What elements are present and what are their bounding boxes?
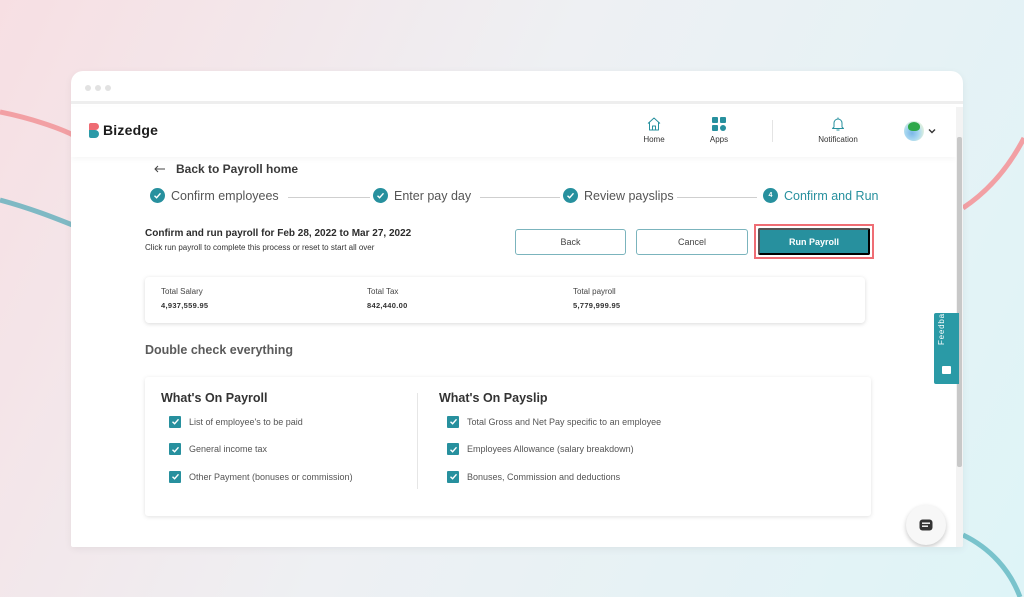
run-payroll-button[interactable]: Run Payroll bbox=[758, 228, 870, 255]
feedback-label: Feedback bbox=[937, 303, 946, 345]
total-tax: Total Tax 842,440.00 bbox=[367, 287, 408, 310]
checklist-item-label: Employees Allowance (salary breakdown) bbox=[467, 444, 634, 455]
feedback-tab[interactable]: Feedback bbox=[934, 303, 959, 384]
app-header: Bizedge Home Apps Notification bbox=[71, 107, 956, 157]
checkbox-checked-icon[interactable] bbox=[169, 470, 181, 483]
total-payroll: Total payroll 5,779,999.95 bbox=[573, 287, 620, 310]
step-connector bbox=[677, 197, 757, 198]
step-label: Enter pay day bbox=[394, 188, 472, 203]
browser-window: Bizedge Home Apps Notification Back to P… bbox=[71, 71, 963, 547]
step-label: Review payslips bbox=[584, 188, 674, 203]
totals-summary-card: Total Salary 4,937,559.95 Total Tax 842,… bbox=[145, 277, 865, 323]
home-icon bbox=[647, 117, 661, 131]
check-circle-icon bbox=[373, 188, 388, 203]
checklist-item-label: List of employee's to be paid bbox=[189, 416, 303, 427]
chat-icon bbox=[919, 519, 933, 531]
checkbox-checked-icon[interactable] bbox=[447, 443, 459, 456]
checklist-item-label: Other Payment (bonuses or commission) bbox=[189, 471, 353, 482]
step-enter-pay-day[interactable]: Enter pay day bbox=[373, 188, 471, 203]
checklist-item[interactable]: Bonuses, Commission and deductions bbox=[447, 463, 661, 491]
chat-button[interactable] bbox=[906, 505, 946, 545]
nav-notification[interactable]: Notification bbox=[808, 116, 868, 144]
checkbox-checked-icon[interactable] bbox=[169, 443, 181, 456]
payroll-checklist-title: What's On Payroll bbox=[161, 391, 268, 405]
step-connector bbox=[480, 197, 560, 198]
total-label: Total Salary bbox=[161, 287, 203, 296]
chevron-down-icon[interactable] bbox=[927, 126, 937, 136]
payroll-checklist: What's On Payroll List of employee's to … bbox=[161, 391, 353, 491]
total-value: 4,937,559.95 bbox=[161, 301, 209, 310]
column-divider bbox=[417, 393, 418, 489]
double-check-heading: Double check everything bbox=[145, 343, 293, 357]
payslip-checklist-title: What's On Payslip bbox=[439, 391, 548, 405]
checkbox-checked-icon[interactable] bbox=[169, 415, 181, 428]
total-value: 842,440.00 bbox=[367, 301, 408, 310]
feedback-face-icon bbox=[942, 366, 951, 374]
nav-home-label: Home bbox=[643, 135, 665, 144]
checklist-item[interactable]: Employees Allowance (salary breakdown) bbox=[447, 436, 661, 464]
logo-text: Bizedge bbox=[103, 122, 159, 138]
nav-divider bbox=[772, 120, 773, 142]
apps-grid-icon bbox=[712, 117, 726, 131]
total-label: Total Tax bbox=[367, 287, 399, 296]
back-button[interactable]: Back bbox=[515, 229, 626, 255]
bell-icon bbox=[832, 117, 844, 131]
step-label: Confirm employees bbox=[171, 188, 279, 203]
main-content: Back to Payroll home Confirm employees E bbox=[71, 157, 956, 547]
checkbox-checked-icon[interactable] bbox=[447, 415, 459, 428]
window-titlebar bbox=[71, 71, 963, 104]
checklist-item-label: Bonuses, Commission and deductions bbox=[467, 471, 621, 482]
app-viewport: Bizedge Home Apps Notification Back to P… bbox=[71, 107, 963, 547]
logo-mark-icon bbox=[89, 122, 101, 138]
total-label: Total payroll bbox=[573, 287, 616, 296]
arrow-left-icon bbox=[154, 165, 165, 173]
cancel-button[interactable]: Cancel bbox=[636, 229, 748, 255]
confirm-subtitle: Click run payroll to complete this proce… bbox=[145, 243, 375, 252]
back-to-payroll-link[interactable]: Back to Payroll home bbox=[154, 162, 298, 176]
checklist-item-label: Total Gross and Net Pay specific to an e… bbox=[467, 416, 662, 427]
nav-apps[interactable]: Apps bbox=[689, 116, 749, 144]
window-dot[interactable] bbox=[95, 85, 101, 91]
back-link-text: Back to Payroll home bbox=[176, 162, 299, 176]
checklist-item-label: General income tax bbox=[189, 444, 268, 455]
confirm-title: Confirm and run payroll for Feb 28, 2022… bbox=[145, 228, 412, 239]
step-review-payslips[interactable]: Review payslips bbox=[563, 188, 674, 203]
scrollbar-thumb[interactable] bbox=[957, 137, 962, 467]
nav-apps-label: Apps bbox=[709, 135, 729, 144]
avatar[interactable] bbox=[904, 121, 924, 141]
nav-home[interactable]: Home bbox=[624, 116, 684, 144]
checkbox-checked-icon[interactable] bbox=[447, 470, 459, 483]
total-salary: Total Salary 4,937,559.95 bbox=[161, 287, 208, 310]
checklist-card: What's On Payroll List of employee's to … bbox=[145, 377, 871, 516]
progress-stepper: Confirm employees Enter pay day Review p… bbox=[150, 188, 882, 206]
window-dot[interactable] bbox=[85, 85, 91, 91]
checklist-item[interactable]: Other Payment (bonuses or commission) bbox=[169, 463, 353, 491]
payslip-checklist: What's On Payslip Total Gross and Net Pa… bbox=[439, 391, 661, 491]
window-dot[interactable] bbox=[105, 85, 111, 91]
checklist-item[interactable]: List of employee's to be paid bbox=[169, 408, 353, 436]
step-label: Confirm and Run bbox=[784, 188, 879, 203]
step-connector bbox=[288, 197, 370, 198]
step-number-badge: 4 bbox=[763, 188, 778, 203]
step-confirm-and-run[interactable]: 4 Confirm and Run bbox=[763, 188, 879, 203]
total-value: 5,779,999.95 bbox=[573, 301, 621, 310]
step-confirm-employees[interactable]: Confirm employees bbox=[150, 188, 279, 203]
checklist-item[interactable]: Total Gross and Net Pay specific to an e… bbox=[447, 408, 661, 436]
nav-notification-label: Notification bbox=[818, 135, 858, 144]
checklist-item[interactable]: General income tax bbox=[169, 436, 353, 464]
check-circle-icon bbox=[563, 188, 578, 203]
check-circle-icon bbox=[150, 188, 165, 203]
window-controls bbox=[85, 85, 111, 91]
logo[interactable]: Bizedge bbox=[89, 122, 158, 138]
